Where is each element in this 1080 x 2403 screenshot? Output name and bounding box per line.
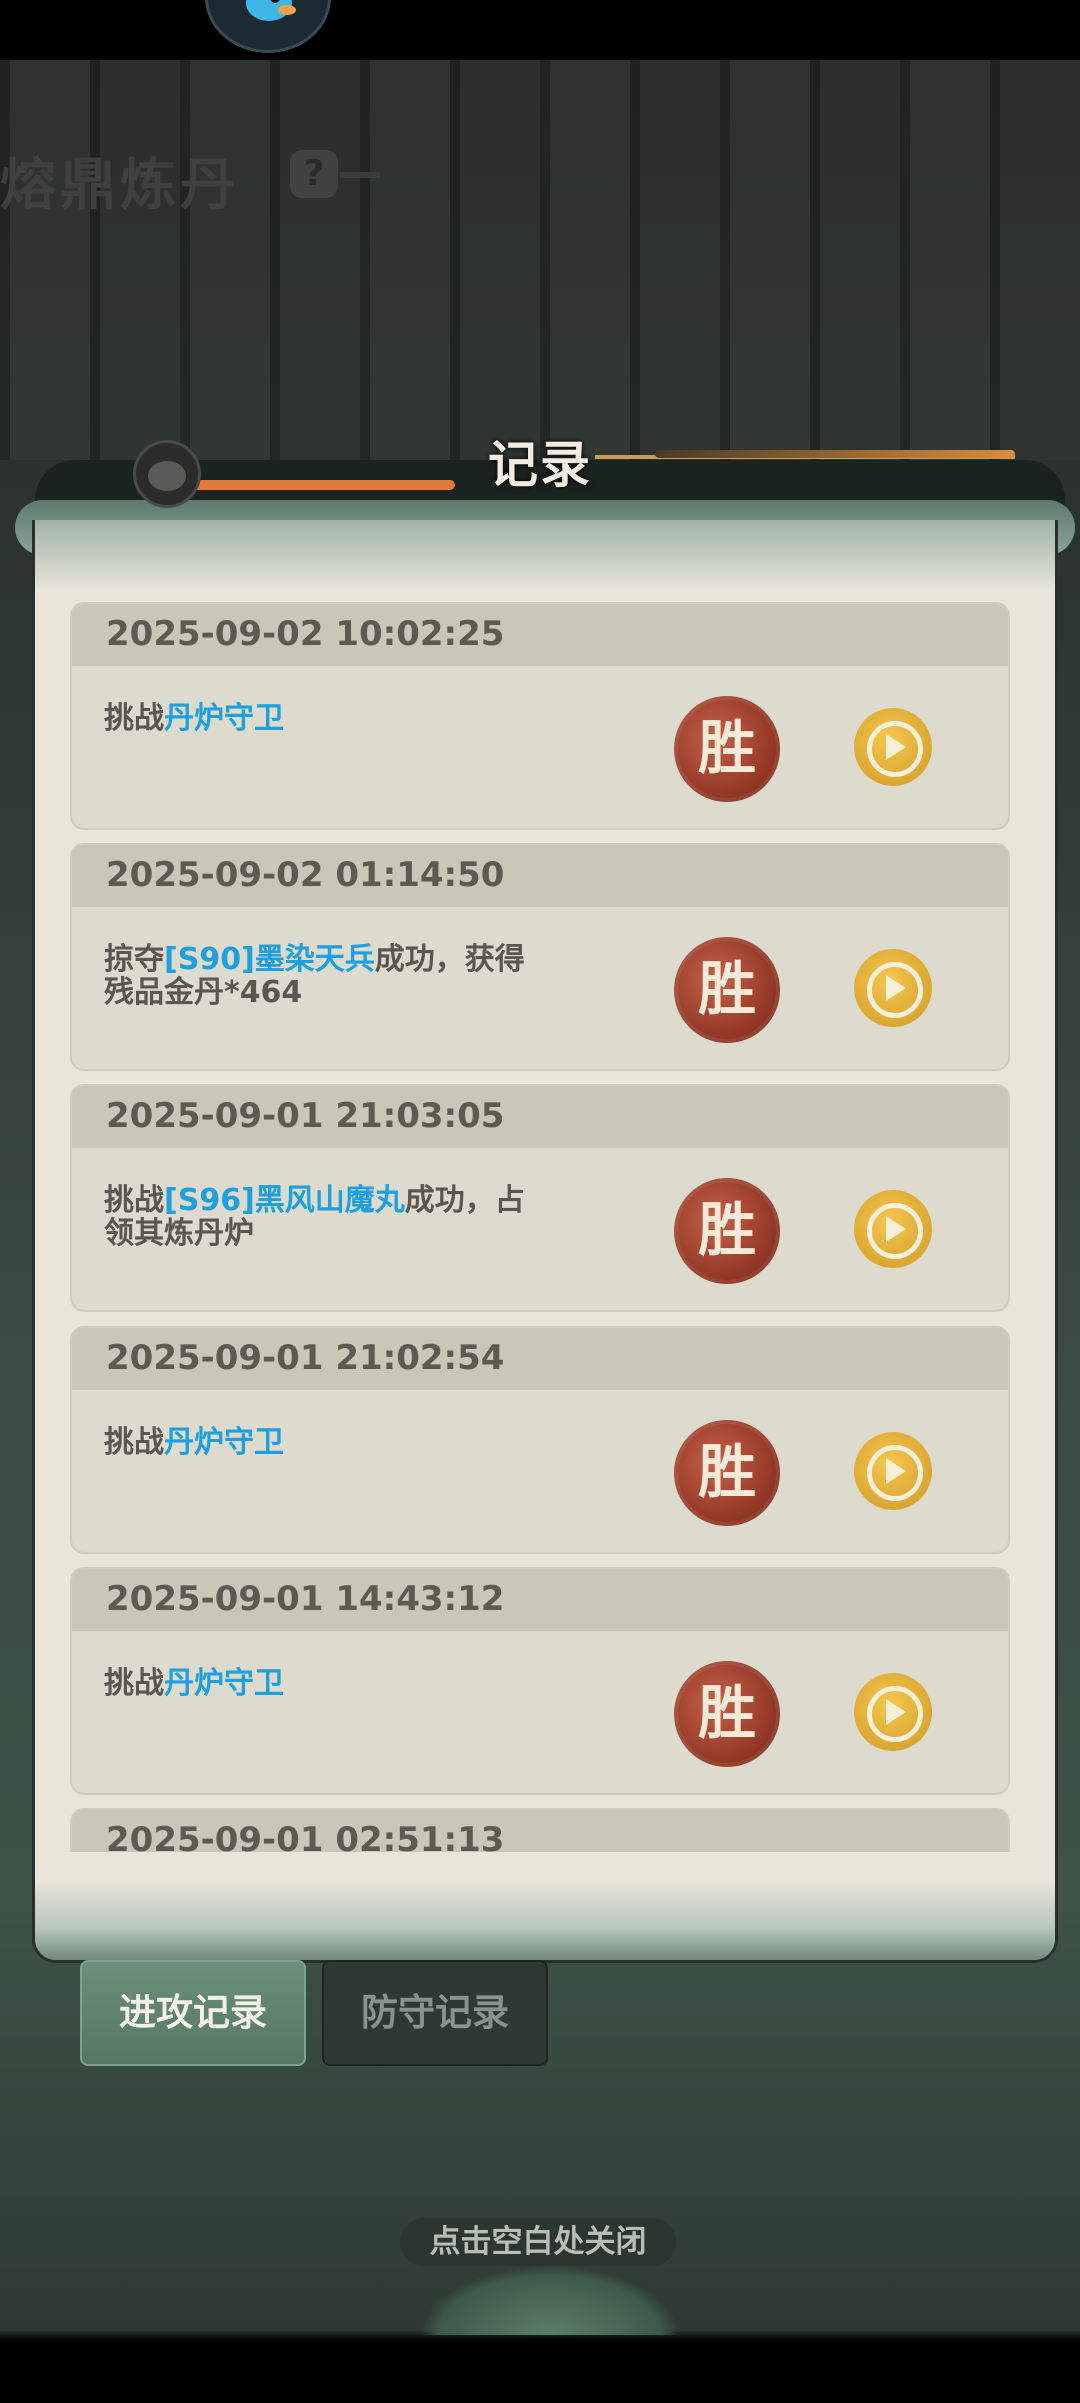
win-badge-icon: 胜: [674, 696, 780, 802]
record-description: 挑战[S96]黑风山魔丸成功，占领其炼丹炉: [104, 1184, 554, 1250]
record-target[interactable]: [S96]黑风山魔丸: [164, 1183, 405, 1218]
record-target[interactable]: [S90]墨染天兵: [164, 942, 375, 977]
play-triangle: [886, 1216, 906, 1242]
replay-play-icon[interactable]: [854, 1190, 932, 1268]
background-title: 熔鼎炼丹: [0, 152, 240, 218]
record-card: 2025-09-02 10:02:25 挑战丹炉守卫 胜: [70, 602, 1010, 830]
help-icon: ?: [290, 150, 338, 198]
record-card: 2025-09-01 21:02:54 挑战丹炉守卫 胜: [70, 1326, 1010, 1554]
play-triangle: [886, 1458, 906, 1484]
win-badge-icon: 胜: [674, 1420, 780, 1526]
win-badge-icon: 胜: [674, 1178, 780, 1284]
record-date: 2025-09-01 21:03:05: [106, 1096, 505, 1136]
top-status-bar: [0, 0, 1080, 60]
record-date: 2025-09-02 10:02:25: [106, 614, 505, 654]
record-date: 2025-09-01 02:51:13: [106, 1820, 505, 1852]
record-description: 挑战丹炉守卫: [104, 1667, 554, 1700]
screen[interactable]: 熔鼎炼丹 ? 记录 2025-09-02 10:02:25 挑战丹炉守卫 胜 2…: [0, 0, 1080, 2403]
record-card: 2025-09-01 02:51:13: [70, 1808, 1010, 1852]
play-triangle: [886, 975, 906, 1001]
fish-avatar-icon[interactable]: [205, 0, 331, 53]
record-date: 2025-09-01 14:43:12: [106, 1579, 505, 1619]
replay-play-icon[interactable]: [854, 949, 932, 1027]
record-target[interactable]: 丹炉守卫: [164, 701, 284, 736]
win-badge-icon: 胜: [674, 1661, 780, 1767]
replay-play-icon[interactable]: [854, 1673, 932, 1751]
record-date: 2025-09-01 21:02:54: [106, 1338, 505, 1378]
record-prefix: 掠夺: [104, 942, 164, 977]
record-card: 2025-09-01 21:03:05 挑战[S96]黑风山魔丸成功，占领其炼丹…: [70, 1084, 1010, 1312]
play-triangle: [886, 734, 906, 760]
record-card: 2025-09-02 01:14:50 掠夺[S90]墨染天兵成功，获得残品金丹…: [70, 843, 1010, 1071]
record-date: 2025-09-02 01:14:50: [106, 855, 505, 895]
record-target[interactable]: 丹炉守卫: [164, 1425, 284, 1460]
panel-top-fade: [35, 520, 1055, 590]
record-target[interactable]: 丹炉守卫: [164, 1666, 284, 1701]
record-card: 2025-09-01 14:43:12 挑战丹炉守卫 胜: [70, 1567, 1010, 1795]
record-list[interactable]: 2025-09-02 10:02:25 挑战丹炉守卫 胜 2025-09-02 …: [70, 602, 1010, 1852]
tab-defense-records[interactable]: 防守记录: [322, 1960, 548, 2066]
record-description: 挑战丹炉守卫: [104, 1426, 554, 1459]
record-prefix: 挑战: [104, 1666, 164, 1701]
record-description: 掠夺[S90]墨染天兵成功，获得残品金丹*464: [104, 943, 554, 1009]
panel-bottom-wave: [35, 1880, 1055, 1960]
record-description: 挑战丹炉守卫: [104, 702, 554, 735]
background-divider: [340, 172, 380, 178]
fish-fin: [278, 5, 296, 15]
close-hint[interactable]: 点击空白处关闭: [400, 2218, 676, 2266]
bottom-bar: [0, 2340, 1080, 2403]
win-badge-icon: 胜: [674, 937, 780, 1043]
play-triangle: [886, 1699, 906, 1725]
replay-play-icon[interactable]: [854, 1432, 932, 1510]
record-prefix: 挑战: [104, 1183, 164, 1218]
tab-attack-records[interactable]: 进攻记录: [80, 1960, 306, 2066]
replay-play-icon[interactable]: [854, 708, 932, 786]
dialog-title: 记录: [488, 435, 592, 494]
background-pillars: [0, 60, 1080, 460]
record-prefix: 挑战: [104, 1425, 164, 1460]
cloud-swirl-decoration: [420, 2265, 680, 2335]
record-prefix: 挑战: [104, 701, 164, 736]
